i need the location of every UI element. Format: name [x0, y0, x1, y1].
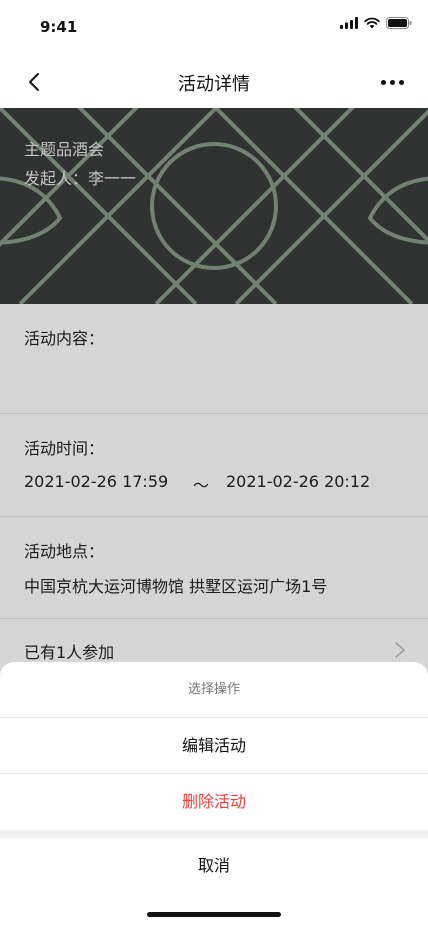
battery-icon	[386, 17, 412, 29]
status-bar: 9:41	[0, 0, 428, 56]
delete-activity-button[interactable]: 删除活动	[0, 774, 428, 830]
cancel-button[interactable]: 取消	[0, 838, 428, 894]
more-icon	[380, 79, 386, 85]
page-title: 活动详情	[178, 74, 250, 95]
action-sheet: 选择操作 编辑活动 删除活动 取消	[0, 662, 428, 926]
wifi-icon	[364, 17, 380, 29]
action-sheet-title: 选择操作	[0, 662, 428, 718]
status-icons	[340, 16, 412, 30]
nav-bar: 活动详情	[0, 56, 428, 108]
action-sheet-divider	[0, 830, 428, 838]
signal-icon	[340, 17, 358, 29]
home-indicator[interactable]	[147, 912, 281, 917]
more-button[interactable]	[376, 68, 408, 96]
more-icon-dot	[389, 79, 395, 85]
edit-activity-button[interactable]: 编辑活动	[0, 718, 428, 774]
more-icon-dot	[398, 79, 404, 85]
status-time: 9:41	[40, 18, 78, 36]
